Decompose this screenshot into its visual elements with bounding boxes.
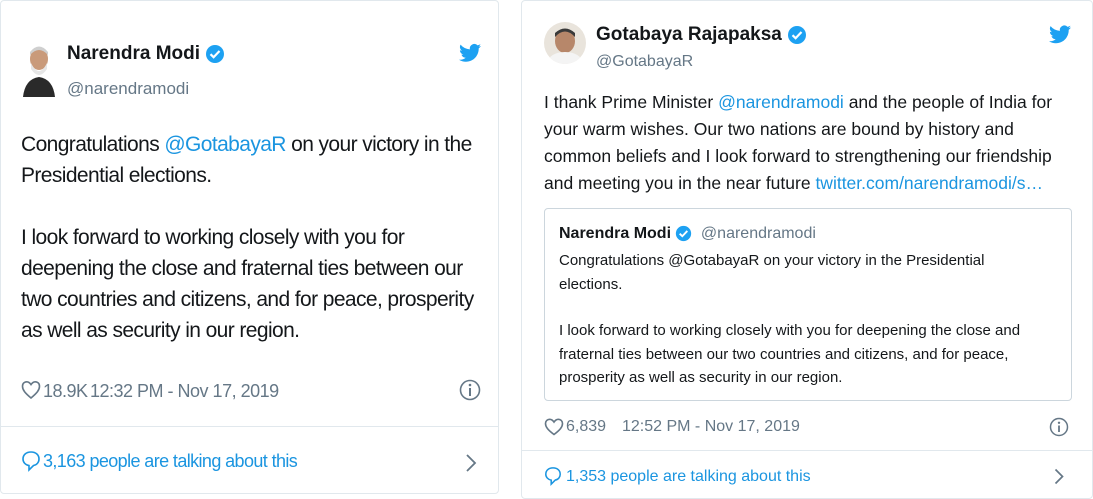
comment-icon bbox=[22, 451, 40, 472]
quoted-tweet-link[interactable]: twitter.com/narendramodi/s… bbox=[815, 173, 1043, 193]
chevron-right-icon[interactable] bbox=[465, 453, 477, 473]
verified-icon bbox=[206, 44, 225, 63]
avatar[interactable] bbox=[544, 22, 586, 64]
heart-icon[interactable] bbox=[21, 379, 41, 401]
comment-icon bbox=[545, 467, 561, 486]
quoted-text: Congratulations @GotabayaR on your victo… bbox=[559, 252, 1021, 386]
quoted-author-name: Narendra Modi @narendramodi bbox=[559, 225, 816, 242]
timestamp[interactable]: 12:32 PM - Nov 17, 2019 bbox=[90, 381, 279, 402]
like-count[interactable]: 6,839 bbox=[566, 418, 606, 436]
divider bbox=[1, 426, 498, 427]
talking-link[interactable]: 1,353 people are talking about this bbox=[566, 468, 811, 486]
chevron-right-icon[interactable] bbox=[1054, 468, 1064, 485]
tweet-card-modi: Narendra Modi @narendramodi Congratulati… bbox=[0, 0, 499, 494]
author-name[interactable]: Gotabaya Rajapaksa bbox=[596, 24, 807, 46]
author-name[interactable]: Narendra Modi bbox=[67, 43, 225, 65]
mention-link[interactable]: @narendramodi bbox=[718, 92, 844, 112]
quoted-tweet[interactable]: Narendra Modi @narendramodi Congratulati… bbox=[544, 208, 1072, 401]
tweet-card-rajapaksa: Gotabaya Rajapaksa @GotabayaR I thank Pr… bbox=[521, 0, 1093, 499]
quoted-author-handle: @narendramodi bbox=[700, 225, 816, 242]
timestamp[interactable]: 12:52 PM - Nov 17, 2019 bbox=[622, 418, 800, 436]
verified-icon bbox=[788, 25, 807, 44]
author-handle[interactable]: @narendramodi bbox=[67, 79, 189, 99]
heart-icon[interactable] bbox=[544, 417, 564, 437]
tweet-text: I thank Prime Minister @narendramodi and… bbox=[544, 92, 1053, 193]
like-count[interactable]: 18.9K bbox=[43, 381, 88, 402]
twitter-bird-icon[interactable] bbox=[1049, 25, 1071, 44]
verified-icon bbox=[676, 226, 692, 242]
tweet-text: Congratulations @GotabayaR on your victo… bbox=[21, 133, 474, 342]
avatar[interactable] bbox=[21, 41, 57, 97]
mention-link[interactable]: @GotabayaR bbox=[164, 133, 286, 156]
info-icon[interactable] bbox=[459, 377, 481, 403]
divider bbox=[522, 450, 1092, 451]
info-icon[interactable] bbox=[1049, 417, 1069, 437]
author-handle[interactable]: @GotabayaR bbox=[596, 53, 693, 71]
talking-link[interactable]: 3,163 people are talking about this bbox=[43, 451, 298, 472]
twitter-bird-icon[interactable] bbox=[459, 43, 481, 63]
